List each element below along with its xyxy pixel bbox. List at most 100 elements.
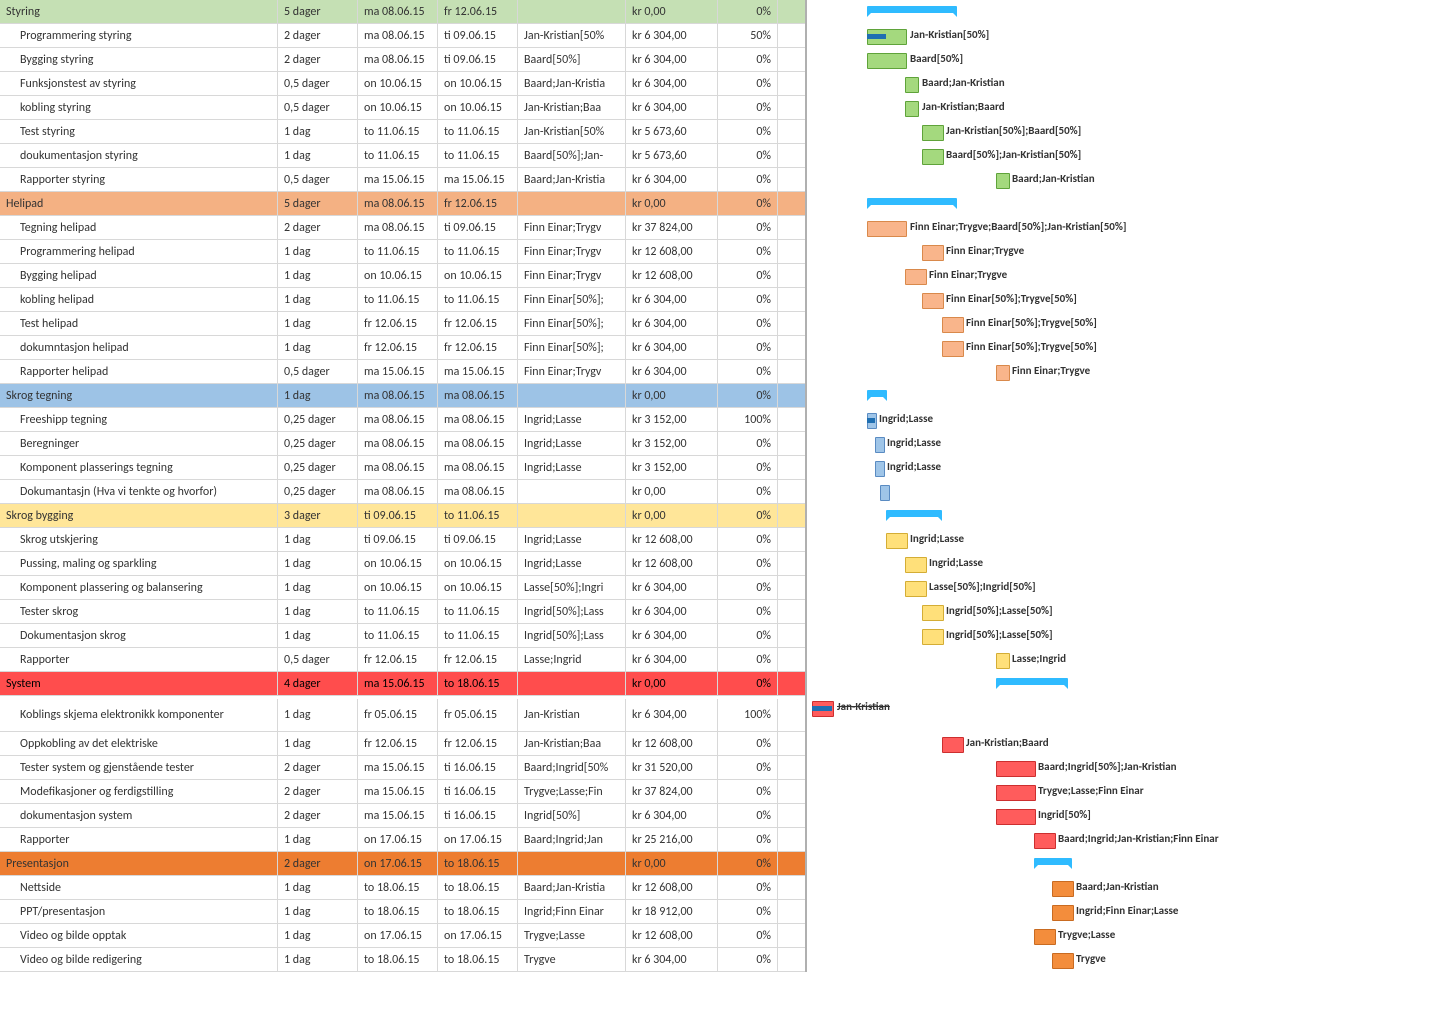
- table-row[interactable]: Programmering styring2 dagerma 08.06.15t…: [0, 24, 805, 48]
- table-row[interactable]: Programmering helipad1 dagto 11.06.15to …: [0, 240, 805, 264]
- table-row[interactable]: doukumentasjon styring1 dagto 11.06.15to…: [0, 144, 805, 168]
- task-cost: kr 0,00: [626, 504, 718, 527]
- gantt-bar[interactable]: [996, 173, 1010, 189]
- task-resources: Ingrid;Finn Einar: [518, 900, 626, 923]
- table-row[interactable]: dokumentasjon system2 dagerma 15.06.15ti…: [0, 804, 805, 828]
- gantt-bar[interactable]: [867, 53, 907, 69]
- gantt-bar[interactable]: [922, 125, 944, 141]
- table-row[interactable]: Tester skrog1 dagto 11.06.15to 11.06.15I…: [0, 600, 805, 624]
- table-row[interactable]: Video og bilde opptak1 dagon 17.06.15on …: [0, 924, 805, 948]
- gantt-bar[interactable]: [996, 653, 1010, 669]
- task-percent: 100%: [718, 408, 778, 431]
- task-resources: Trygve;Lasse: [518, 924, 626, 947]
- table-row[interactable]: Rapporter styring0,5 dagerma 15.06.15ma …: [0, 168, 805, 192]
- task-end: to 18.06.15: [438, 876, 518, 899]
- table-row[interactable]: Rapporter1 dagon 17.06.15on 17.06.15Baar…: [0, 828, 805, 852]
- gantt-bar[interactable]: [867, 221, 907, 237]
- table-row[interactable]: dokumntasjon helipad1 dagfr 12.06.15fr 1…: [0, 336, 805, 360]
- table-row[interactable]: Skrog utskjering1 dagti 09.06.15ti 09.06…: [0, 528, 805, 552]
- table-row[interactable]: Helipad5 dagerma 08.06.15fr 12.06.15kr 0…: [0, 192, 805, 216]
- table-row[interactable]: System4 dagerma 15.06.15to 18.06.15kr 0,…: [0, 672, 805, 696]
- table-row[interactable]: Modefikasjoner og ferdigstilling2 dagerm…: [0, 780, 805, 804]
- gantt-bar[interactable]: [1052, 905, 1074, 921]
- table-row[interactable]: Oppkobling av det elektriske1 dagfr 12.0…: [0, 732, 805, 756]
- table-row[interactable]: Bygging helipad1 dagon 10.06.15on 10.06.…: [0, 264, 805, 288]
- gantt-bar[interactable]: [996, 365, 1010, 381]
- table-row[interactable]: Tegning helipad2 dagerma 08.06.15ti 09.0…: [0, 216, 805, 240]
- table-row[interactable]: PPT/presentasjon1 dagto 18.06.15to 18.06…: [0, 900, 805, 924]
- gantt-bar[interactable]: [942, 341, 964, 357]
- task-start: ma 15.06.15: [358, 780, 438, 803]
- gantt-bar[interactable]: [942, 737, 964, 753]
- table-row[interactable]: Dokumantasjn (Hva vi tenkte og hvorfor)0…: [0, 480, 805, 504]
- table-row[interactable]: kobling helipad1 dagto 11.06.15to 11.06.…: [0, 288, 805, 312]
- table-row[interactable]: Test helipad1 dagfr 12.06.15fr 12.06.15F…: [0, 312, 805, 336]
- gantt-bar[interactable]: [922, 245, 944, 261]
- table-row[interactable]: kobling styring0,5 dageron 10.06.15on 10…: [0, 96, 805, 120]
- gantt-bar[interactable]: [905, 557, 927, 573]
- gantt-bar[interactable]: [1034, 833, 1056, 849]
- table-row[interactable]: Beregninger0,25 dagerma 08.06.15ma 08.06…: [0, 432, 805, 456]
- task-duration: 0,5 dager: [278, 360, 358, 383]
- gantt-bar[interactable]: [867, 390, 887, 397]
- table-row[interactable]: Video og bilde redigering1 dagto 18.06.1…: [0, 948, 805, 972]
- table-row[interactable]: Rapporter0,5 dagerfr 12.06.15fr 12.06.15…: [0, 648, 805, 672]
- gantt-label: Baard[50%];Jan-Kristian[50%]: [946, 148, 1081, 161]
- table-row[interactable]: Skrog bygging3 dagerti 09.06.15to 11.06.…: [0, 504, 805, 528]
- gantt-bar[interactable]: [886, 533, 908, 549]
- gantt-bar[interactable]: [922, 605, 944, 621]
- task-duration: 0,5 dager: [278, 648, 358, 671]
- gantt-bar[interactable]: [875, 461, 885, 477]
- gantt-bar[interactable]: [996, 678, 1068, 685]
- table-row[interactable]: Freeshipp tegning0,25 dagerma 08.06.15ma…: [0, 408, 805, 432]
- gantt-bar[interactable]: [996, 809, 1036, 825]
- table-row[interactable]: Funksjonstest av styring0,5 dageron 10.0…: [0, 72, 805, 96]
- task-cost: kr 6 304,00: [626, 360, 718, 383]
- gantt-bar[interactable]: [922, 149, 944, 165]
- gantt-row: [812, 672, 1436, 696]
- table-row[interactable]: Bygging styring2 dagerma 08.06.15ti 09.0…: [0, 48, 805, 72]
- task-percent: 0%: [718, 924, 778, 947]
- gantt-bar[interactable]: [922, 293, 944, 309]
- table-row[interactable]: Tester system og gjenstående tester2 dag…: [0, 756, 805, 780]
- gantt-bar[interactable]: [1034, 858, 1072, 865]
- gantt-bar[interactable]: [1052, 881, 1074, 897]
- table-row[interactable]: Skrog tegning1 dagma 08.06.15ma 08.06.15…: [0, 384, 805, 408]
- gantt-bar[interactable]: [996, 785, 1036, 801]
- gantt-bar[interactable]: [867, 6, 957, 13]
- gantt-bar[interactable]: [905, 581, 927, 597]
- table-row[interactable]: Komponent plassering og balansering1 dag…: [0, 576, 805, 600]
- task-cost: kr 6 304,00: [626, 576, 718, 599]
- table-row[interactable]: Test styring1 dagto 11.06.15to 11.06.15J…: [0, 120, 805, 144]
- table-row[interactable]: Dokumentasjon skrog1 dagto 11.06.15to 11…: [0, 624, 805, 648]
- table-row[interactable]: Pussing, maling og sparkling1 dagon 10.0…: [0, 552, 805, 576]
- task-name: Tester system og gjenstående tester: [0, 756, 278, 779]
- task-resources: Ingrid;Lasse: [518, 456, 626, 479]
- table-row[interactable]: Komponent plasserings tegning0,25 dagerm…: [0, 456, 805, 480]
- gantt-bar[interactable]: [996, 761, 1036, 777]
- table-row[interactable]: Koblings skjema elektronikk komponenter1…: [0, 696, 805, 732]
- task-start: fr 12.06.15: [358, 648, 438, 671]
- gantt-row: [812, 852, 1436, 876]
- gantt-bar[interactable]: [875, 437, 885, 453]
- task-end: to 11.06.15: [438, 120, 518, 143]
- gantt-bar[interactable]: [880, 485, 890, 501]
- gantt-bar[interactable]: [867, 198, 957, 205]
- gantt-bar[interactable]: [905, 101, 919, 117]
- gantt-label: Finn Einar;Trygve;Baard[50%];Jan-Kristia…: [910, 220, 1126, 233]
- task-start: to 11.06.15: [358, 120, 438, 143]
- table-row[interactable]: Rapporter helipad0,5 dagerma 15.06.15ma …: [0, 360, 805, 384]
- table-row[interactable]: Styring5 dagerma 08.06.15fr 12.06.15kr 0…: [0, 0, 805, 24]
- table-row[interactable]: Nettside1 dagto 18.06.15to 18.06.15Baard…: [0, 876, 805, 900]
- gantt-bar[interactable]: [886, 510, 942, 517]
- gantt-row: Jan-Kristian[50%];Baard[50%]: [812, 120, 1436, 144]
- gantt-bar[interactable]: [905, 77, 919, 93]
- gantt-bar[interactable]: [1034, 929, 1056, 945]
- gantt-bar[interactable]: [942, 317, 964, 333]
- task-resources: [518, 504, 626, 527]
- gantt-bar[interactable]: [922, 629, 944, 645]
- table-row[interactable]: Presentasjon2 dageron 17.06.15to 18.06.1…: [0, 852, 805, 876]
- gantt-row: Finn Einar[50%];Trygve[50%]: [812, 288, 1436, 312]
- gantt-bar[interactable]: [1052, 953, 1074, 969]
- gantt-bar[interactable]: [905, 269, 927, 285]
